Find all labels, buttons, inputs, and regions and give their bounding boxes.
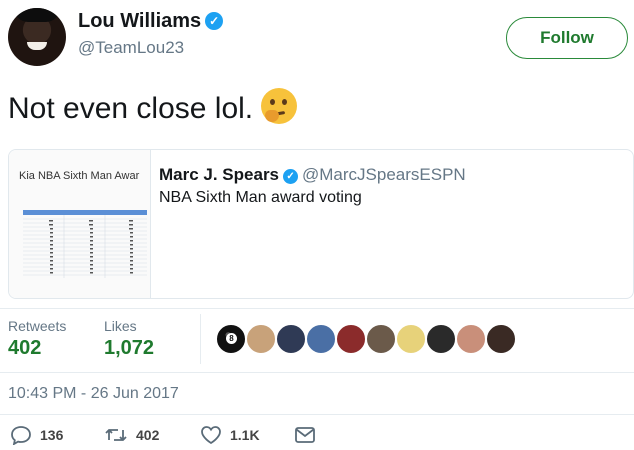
avatar-cap — [14, 8, 60, 22]
author-display-name[interactable]: Lou Williams — [78, 10, 201, 32]
spreadsheet-thumbnail — [23, 210, 147, 278]
liker-avatar-5[interactable] — [336, 324, 366, 354]
thinking-face-icon — [261, 88, 298, 124]
likes-count[interactable]: 1,072 — [104, 337, 154, 360]
tweet-timestamp[interactable]: 10:43 PM - 26 Jun 2017 — [8, 385, 179, 403]
avatar-smile — [27, 42, 47, 50]
eight-ball-avatar[interactable]: 8 — [216, 324, 246, 354]
quoted-tweet-text: NBA Sixth Man award voting — [159, 189, 362, 206]
heart-icon — [201, 426, 221, 445]
likes-label[interactable]: Likes — [104, 318, 137, 334]
liker-avatar-4[interactable] — [306, 324, 336, 354]
quoted-author-handle[interactable]: @MarcJSpearsESPN — [302, 165, 466, 184]
actions-top-divider — [0, 414, 634, 415]
stats-separator — [200, 314, 201, 364]
direct-message-button[interactable] — [294, 425, 316, 445]
liker-avatar-8[interactable] — [426, 324, 456, 354]
retweet-button[interactable]: 402 — [104, 425, 159, 445]
retweets-label[interactable]: Retweets — [8, 318, 66, 334]
like-button[interactable]: 1.1K — [200, 425, 260, 445]
stats-top-divider — [0, 308, 634, 309]
tweet-text-row: Not even close lol. — [8, 88, 298, 126]
liker-avatar-9[interactable] — [456, 324, 486, 354]
retweets-count[interactable]: 402 — [8, 337, 41, 360]
reply-icon — [11, 426, 31, 445]
quoted-tweet-image[interactable]: Kia NBA Sixth Man Awar — [9, 150, 151, 298]
quoted-tweet-card[interactable]: Kia NBA Sixth Man Awar Marc J. Spears ✓ … — [8, 149, 634, 299]
tweet-text: Not even close lol. — [8, 92, 254, 125]
mail-icon — [295, 427, 315, 443]
author-name-row[interactable]: Lou Williams ✓ — [78, 10, 224, 33]
like-count: 1.1K — [230, 427, 260, 443]
quoted-author-row[interactable]: Marc J. Spears ✓ @MarcJSpearsESPN — [159, 165, 466, 185]
quoted-image-title: Kia NBA Sixth Man Awar — [19, 170, 140, 182]
author-avatar[interactable] — [8, 8, 66, 66]
liker-avatar-6[interactable] — [366, 324, 396, 354]
stats-bottom-divider — [0, 372, 634, 373]
retweet-icon — [105, 429, 127, 441]
author-handle[interactable]: @TeamLou23 — [78, 38, 184, 58]
liker-avatar-10[interactable] — [486, 324, 516, 354]
follow-button[interactable]: Follow — [506, 17, 628, 59]
quoted-verified-badge-icon: ✓ — [283, 169, 299, 184]
reply-button[interactable]: 136 — [10, 425, 63, 445]
liker-avatar-3[interactable] — [276, 324, 306, 354]
liker-avatar-2[interactable] — [246, 324, 276, 354]
retweet-count: 402 — [136, 427, 160, 443]
verified-badge-icon: ✓ — [205, 12, 224, 30]
liker-avatar-7[interactable] — [396, 324, 426, 354]
reply-count: 136 — [40, 427, 64, 443]
quoted-author-name[interactable]: Marc J. Spears — [159, 165, 279, 184]
